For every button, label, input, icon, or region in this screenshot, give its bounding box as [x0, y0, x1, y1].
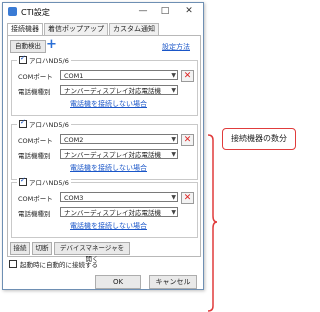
com-port-value: COM3: [64, 194, 84, 202]
ok-button[interactable]: OK: [95, 275, 141, 289]
connect-button[interactable]: 接続: [10, 242, 30, 255]
settings-help-link[interactable]: 設定方法: [162, 42, 190, 52]
delete-device-icon[interactable]: ✕: [181, 192, 194, 204]
com-port-select[interactable]: COM3 ▼: [60, 192, 178, 202]
phone-type-value: ナンバーディスプレイ対応電話機: [64, 209, 162, 217]
title-bar[interactable]: CTI設定 — □ ✕: [3, 3, 203, 21]
annotation-callout: 接続機器の数分: [222, 128, 296, 150]
phone-type-value: ナンバーディスプレイ対応電話機: [64, 87, 162, 95]
com-port-label: COMポート: [18, 195, 53, 203]
com-port-label: COMポート: [18, 137, 53, 145]
open-device-manager-button[interactable]: デバイスマネージャを開く: [54, 242, 130, 263]
device-enable-checkbox[interactable]: [19, 118, 27, 128]
device-group: アロハND5/6 COMポート COM2 ▼ ✕ 電話機種別 ナンバーディスプレイ…: [11, 118, 198, 180]
phone-type-select[interactable]: ナンバーディスプレイ対応電話機 ▼: [60, 207, 178, 217]
auto-connect-checkbox[interactable]: [9, 260, 17, 268]
phone-type-select[interactable]: ナンバーディスプレイ対応電話機 ▼: [60, 149, 178, 159]
app-icon: [8, 7, 17, 16]
auto-detect-button[interactable]: 自動検出: [10, 40, 46, 53]
phone-type-select[interactable]: ナンバーディスプレイ対応電話機 ▼: [60, 85, 178, 95]
device-group-title: アロハND5/6: [17, 118, 71, 129]
device-name: アロハND5/6: [29, 121, 69, 129]
chevron-down-icon: ▼: [171, 87, 176, 94]
com-port-label: COMポート: [18, 73, 53, 81]
com-port-value: COM2: [64, 136, 84, 144]
chevron-down-icon: ▼: [171, 136, 176, 143]
device-group-title: アロハND5/6: [17, 54, 71, 65]
close-icon[interactable]: ✕: [181, 5, 197, 18]
phone-type-label: 電話機種別: [18, 88, 51, 96]
device-name: アロハND5/6: [29, 57, 69, 65]
maximize-icon[interactable]: □: [157, 5, 173, 18]
no-phone-link[interactable]: 電話機を接続しない場合: [70, 221, 147, 231]
chevron-down-icon: ▼: [171, 151, 176, 158]
no-phone-link[interactable]: 電話機を接続しない場合: [70, 163, 147, 173]
tab-incoming-popup[interactable]: 着信ポップアップ: [44, 23, 108, 35]
device-name: アロハND5/6: [29, 179, 69, 187]
device-enable-checkbox[interactable]: [19, 54, 27, 64]
com-port-select[interactable]: COM1 ▼: [60, 70, 178, 80]
tab-panel: 自動検出 + 設定方法 アロハND5/6 COMポート COM1 ▼ ✕ 電話機種…: [7, 35, 201, 263]
phone-type-label: 電話機種別: [18, 210, 51, 218]
device-group-title: アロハND5/6: [17, 176, 71, 187]
device-group: アロハND5/6 COMポート COM1 ▼ ✕ 電話機種別 ナンバーディスプレイ…: [11, 54, 198, 116]
chevron-down-icon: ▼: [171, 72, 176, 79]
tab-bar: 接続機器 着信ポップアップ カスタム通知: [7, 23, 160, 36]
com-port-select[interactable]: COM2 ▼: [60, 134, 178, 144]
device-enable-checkbox[interactable]: [19, 176, 27, 186]
tab-custom-notification[interactable]: カスタム通知: [109, 23, 159, 35]
cancel-button[interactable]: キャンセル: [149, 275, 197, 289]
com-port-value: COM1: [64, 72, 84, 80]
chevron-down-icon: ▼: [171, 209, 176, 216]
annotation-bracket: [207, 134, 217, 312]
auto-connect-label: 起動時に自動的に接続する: [20, 261, 98, 269]
phone-type-value: ナンバーディスプレイ対応電話機: [64, 151, 162, 159]
auto-connect-option[interactable]: 起動時に自動的に接続する: [9, 259, 98, 269]
phone-type-label: 電話機種別: [18, 152, 51, 160]
cti-settings-window: CTI設定 — □ ✕ 接続機器 着信ポップアップ カスタム通知 自動検出 + …: [2, 2, 204, 290]
window-title: CTI設定: [21, 8, 50, 17]
device-group: アロハND5/6 COMポート COM3 ▼ ✕ 電話機種別 ナンバーディスプレイ…: [11, 176, 198, 238]
chevron-down-icon: ▼: [171, 194, 176, 201]
add-device-icon[interactable]: +: [46, 38, 57, 51]
minimize-icon[interactable]: —: [135, 5, 151, 18]
no-phone-link[interactable]: 電話機を接続しない場合: [70, 99, 147, 109]
delete-device-icon[interactable]: ✕: [181, 134, 194, 146]
disconnect-button[interactable]: 切断: [32, 242, 52, 255]
delete-device-icon[interactable]: ✕: [181, 70, 194, 82]
